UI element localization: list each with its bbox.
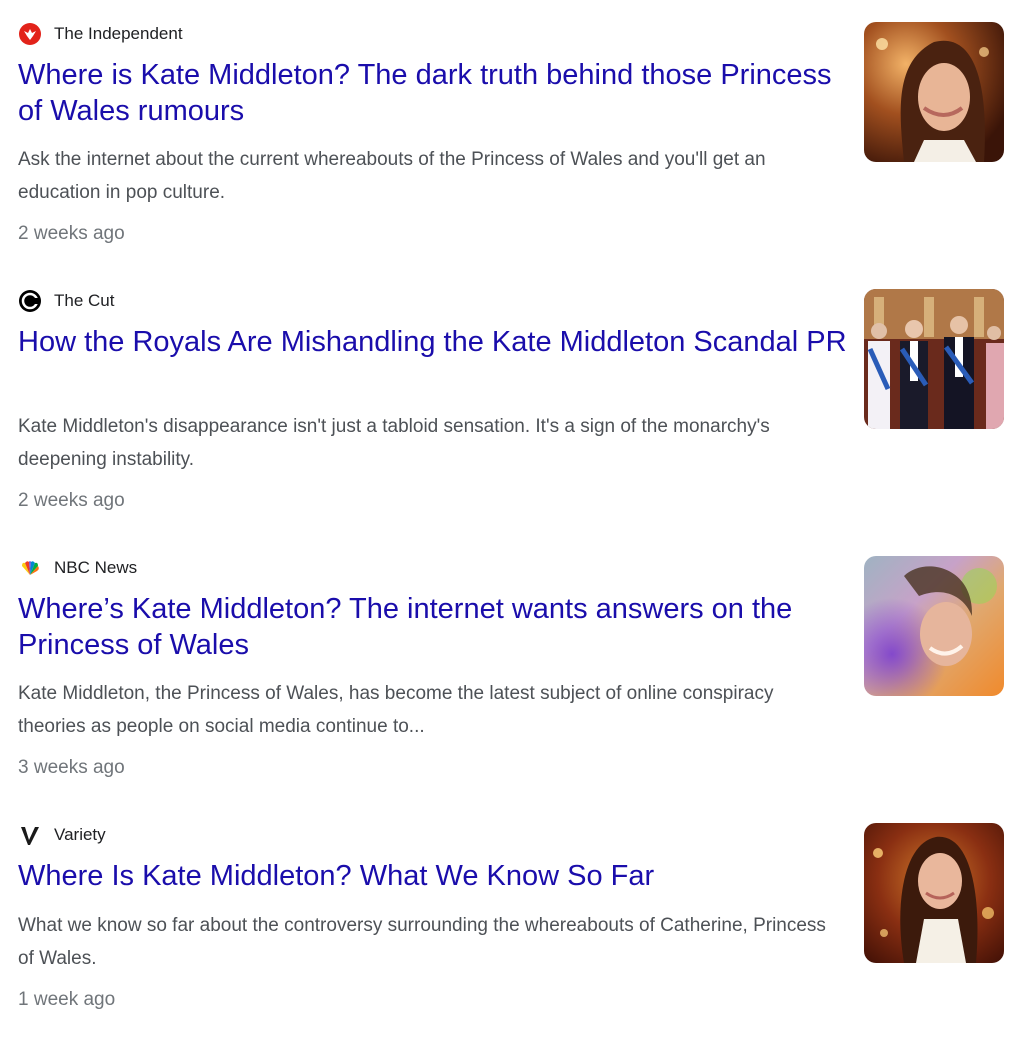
timestamp: 1 week ago (18, 989, 116, 1010)
source-row: Variety (18, 823, 106, 847)
snippet-text: What we know so far about the controvers… (18, 915, 826, 969)
timestamp: 3 weeks ago (18, 757, 125, 778)
source-name: The Cut (54, 291, 115, 310)
thumbnail-image[interactable] (864, 22, 1004, 162)
source-name: The Independent (54, 24, 183, 43)
thumbnail-image[interactable] (864, 289, 1004, 429)
news-result-card[interactable]: Variety Where Is Kate Middleton? What We… (0, 801, 1024, 1051)
source-name: NBC News (54, 558, 138, 577)
source-row: The Independent (18, 22, 183, 46)
timestamp: 2 weeks ago (18, 490, 125, 511)
timestamp: 2 weeks ago (18, 223, 125, 244)
news-result-card[interactable]: NBC News Where’s Kate Middleton? The int… (0, 534, 1024, 784)
source-row: NBC News (18, 556, 137, 580)
headline-link[interactable]: How the Royals Are Mishandling the Kate … (18, 324, 848, 360)
independent-eagle-icon (18, 22, 42, 46)
news-result-card[interactable]: The Independent Where is Kate Middleton?… (0, 0, 1024, 250)
variety-v-icon (18, 823, 42, 847)
snippet-text: Ask the internet about the current where… (18, 149, 766, 203)
snippet-text: Kate Middleton, the Princess of Wales, h… (18, 683, 774, 737)
headline-link[interactable]: Where Is Kate Middleton? What We Know So… (18, 858, 848, 894)
headline-link[interactable]: Where is Kate Middleton? The dark truth … (18, 57, 848, 129)
the-cut-c-icon (18, 289, 42, 313)
source-name: Variety (54, 825, 106, 844)
nbc-peacock-icon (18, 556, 42, 580)
thumbnail-image[interactable] (864, 823, 1004, 963)
snippet-text: Kate Middleton's disappearance isn't jus… (18, 416, 770, 470)
source-row: The Cut (18, 289, 114, 313)
news-results-list: The Independent Where is Kate Middleton?… (0, 0, 1024, 1022)
thumbnail-image[interactable] (864, 556, 1004, 696)
headline-link[interactable]: Where’s Kate Middleton? The internet wan… (18, 591, 848, 663)
news-result-card[interactable]: The Cut How the Royals Are Mishandling t… (0, 267, 1024, 517)
